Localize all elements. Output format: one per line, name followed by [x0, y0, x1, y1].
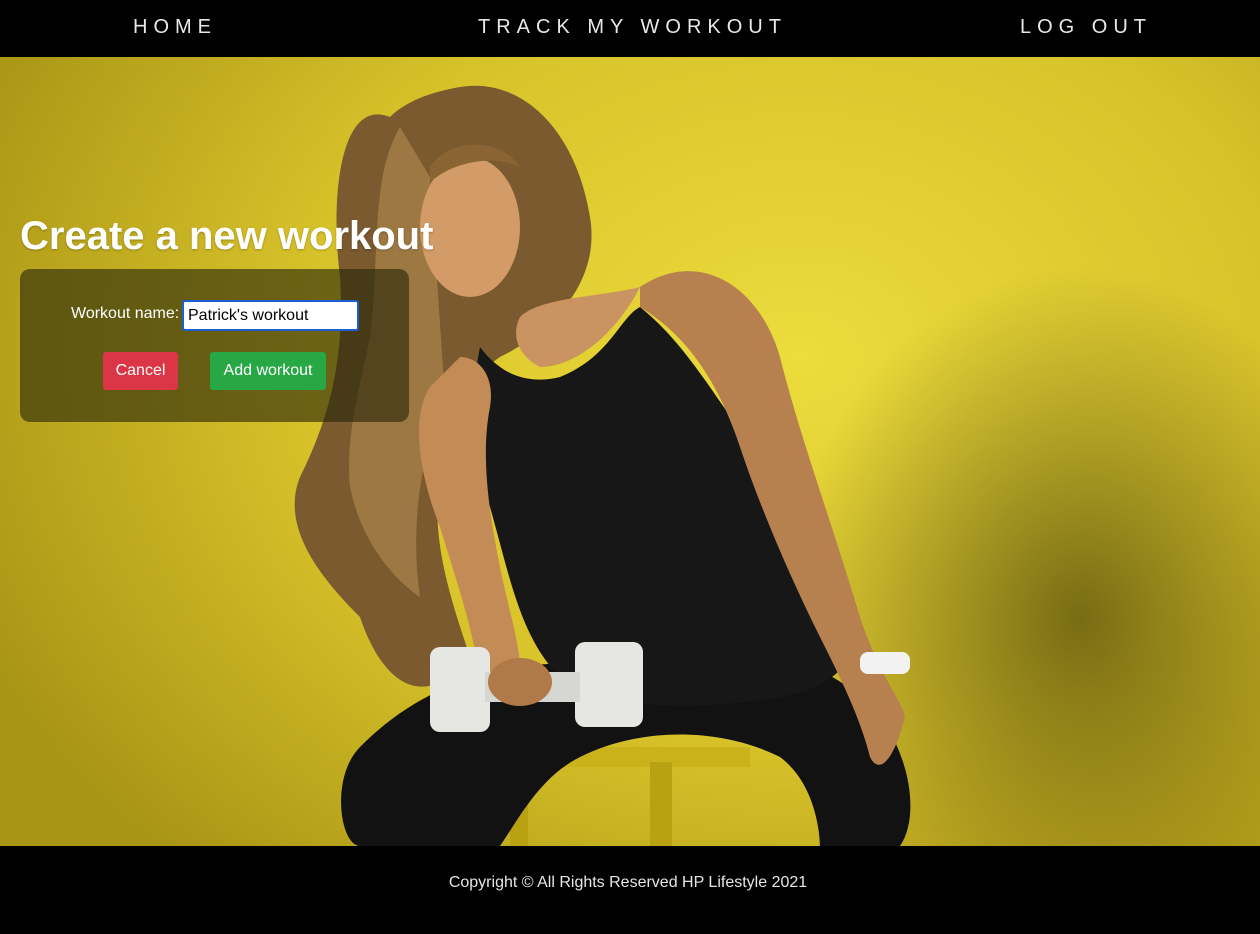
hero-section: Create a new workout Workout name: Cance…	[0, 57, 1260, 846]
workout-name-input[interactable]	[182, 300, 359, 331]
nav-home-link[interactable]: HOME	[133, 0, 217, 57]
workout-name-label: Workout name:	[71, 305, 180, 322]
footer: Copyright © All Rights Reserved HP Lifes…	[0, 846, 1260, 934]
nav-logout-link[interactable]: LOG OUT	[1020, 0, 1152, 57]
nav-track-workout-link[interactable]: TRACK MY WORKOUT	[478, 0, 787, 57]
copyright-text: Copyright © All Rights Reserved HP Lifes…	[448, 874, 808, 891]
copyright-text-wrapper: Copyright © All Rights Reserved HP Lifes…	[0, 873, 1260, 893]
top-navbar: HOME TRACK MY WORKOUT LOG OUT	[0, 0, 1260, 57]
watch-shape	[860, 652, 910, 674]
cancel-button[interactable]: Cancel	[103, 352, 178, 390]
page-title: Create a new workout	[20, 214, 434, 258]
create-workout-form: Workout name: Cancel Add workout	[20, 269, 409, 422]
hero-background-photo	[294, 85, 911, 846]
add-workout-button[interactable]: Add workout	[210, 352, 326, 390]
